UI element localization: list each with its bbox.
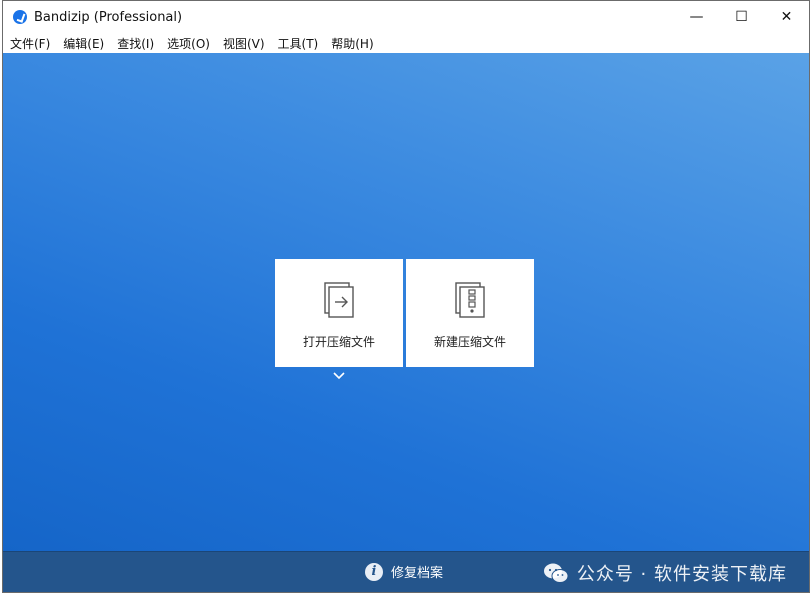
new-archive-icon bbox=[455, 282, 485, 318]
title-bar[interactable]: Bandizip (Professional) — ☐ ✕ bbox=[3, 1, 809, 33]
bandizip-window: Bandizip (Professional) — ☐ ✕ 文件(F) 编辑(E… bbox=[2, 0, 810, 593]
minimize-icon: — bbox=[689, 9, 704, 25]
wechat-icon bbox=[543, 563, 569, 583]
window-title: Bandizip (Professional) bbox=[34, 9, 183, 25]
footer-bar: i 修复档案 公众号 · 软件安装下载库 bbox=[3, 551, 809, 592]
menu-options[interactable]: 选项(O) bbox=[167, 35, 210, 52]
info-icon: i bbox=[365, 562, 383, 581]
menu-bar: 文件(F) 编辑(E) 查找(I) 选项(O) 视图(V) 工具(T) 帮助(H… bbox=[3, 33, 809, 53]
open-archive-label: 打开压缩文件 bbox=[302, 335, 375, 349]
menu-find[interactable]: 查找(I) bbox=[117, 35, 154, 52]
repair-archive-button[interactable]: i 修复档案 bbox=[365, 562, 443, 581]
bandizip-logo-icon bbox=[13, 10, 27, 24]
watermark: 公众号 · 软件安装下载库 bbox=[543, 560, 787, 586]
minimize-button[interactable]: — bbox=[674, 1, 719, 33]
maximize-button[interactable]: ☐ bbox=[719, 1, 764, 33]
watermark-text: 公众号 · 软件安装下载库 bbox=[576, 564, 787, 585]
menu-view[interactable]: 视图(V) bbox=[223, 35, 265, 52]
open-archive-icon bbox=[324, 282, 354, 318]
menu-edit[interactable]: 编辑(E) bbox=[63, 35, 104, 52]
close-button[interactable]: ✕ bbox=[764, 1, 809, 33]
new-archive-label: 新建压缩文件 bbox=[433, 335, 506, 349]
new-archive-button[interactable]: 新建压缩文件 bbox=[406, 259, 534, 367]
window-controls: — ☐ ✕ bbox=[674, 1, 809, 33]
menu-help[interactable]: 帮助(H) bbox=[331, 35, 373, 52]
menu-tools[interactable]: 工具(T) bbox=[278, 35, 319, 52]
repair-archive-label: 修复档案 bbox=[391, 566, 444, 581]
close-icon: ✕ bbox=[780, 9, 793, 25]
open-archive-button[interactable]: 打开压缩文件 bbox=[275, 259, 403, 367]
menu-file[interactable]: 文件(F) bbox=[10, 35, 50, 52]
chevron-down-icon[interactable] bbox=[333, 371, 345, 381]
maximize-icon: ☐ bbox=[735, 9, 748, 25]
main-content-area: 打开压缩文件 新建压缩文件 bbox=[3, 53, 809, 552]
